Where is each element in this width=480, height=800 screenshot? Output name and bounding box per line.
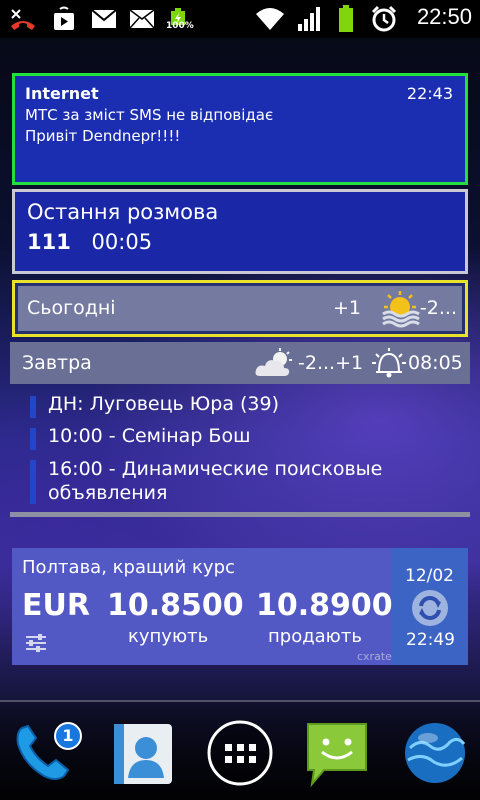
today-temp-low: -2...	[419, 297, 457, 319]
last-call-number: 111	[27, 230, 71, 254]
agenda-scroll-indicator	[10, 512, 470, 517]
last-call-widget[interactable]: Остання розмова 111 00:05	[12, 189, 468, 274]
rate-buy-label: купують	[128, 626, 209, 647]
alarm-clock-icon	[372, 348, 406, 382]
tomorrow-label: Завтра	[22, 352, 92, 374]
sms-text-line-1: МТС за зміст SMS не відповідає	[25, 106, 274, 124]
event-color-bar	[30, 428, 36, 450]
agenda-event-text: 10:00 - Семінар Бош	[48, 425, 251, 447]
today-label: Сьогодні	[27, 297, 116, 319]
last-call-title: Остання розмова	[27, 200, 219, 224]
alarm-icon	[370, 5, 398, 32]
play-store-icon	[50, 6, 78, 32]
rate-buy-value: 10.8500	[107, 588, 244, 623]
contacts-icon[interactable]	[108, 718, 178, 788]
email-icon	[128, 6, 156, 32]
rate-currency: EUR	[22, 588, 90, 623]
tomorrow-temp-range: -2...+1	[298, 352, 364, 374]
rate-sell-label: продають	[268, 626, 362, 647]
cloud-weather-icon	[254, 348, 296, 384]
sms-time: 22:43	[406, 84, 453, 103]
agenda-event[interactable]: 16:00 - Динамические поисковые объявлени…	[30, 457, 382, 505]
tomorrow-weather-row[interactable]: Завтра -2...+1 08:05	[10, 342, 470, 384]
missed-call-badge: 1	[54, 722, 82, 750]
rate-date: 12/02	[405, 566, 454, 586]
today-temp-high: +1	[332, 297, 361, 319]
dock-separator	[0, 700, 480, 702]
sun-weather-icon	[379, 288, 421, 334]
rate-update-time: 22:49	[406, 630, 455, 650]
gmail-icon	[90, 6, 118, 32]
signal-icon	[296, 6, 322, 32]
settings-sliders-icon[interactable]	[24, 632, 48, 658]
messaging-icon[interactable]	[302, 718, 372, 788]
refresh-icon[interactable]	[410, 588, 450, 632]
agenda-event-text: 16:00 - Динамические поисковые	[48, 458, 383, 480]
exchange-rate-widget[interactable]: Полтава, кращий курс EUR 10.8500 10.8900…	[12, 548, 468, 665]
status-bar[interactable]: 100% 22:50	[0, 0, 480, 38]
today-weather-row[interactable]: Сьогодні +1 -2...	[12, 280, 468, 337]
missed-call-icon	[8, 6, 38, 32]
sms-text-line-2: Привіт Dendnepr!!!!	[25, 127, 181, 145]
status-clock: 22:50	[416, 4, 472, 29]
app-drawer-icon[interactable]	[205, 718, 275, 788]
event-color-bar	[30, 396, 36, 418]
rate-refresh-panel[interactable]: 12/02 22:49	[392, 548, 468, 665]
agenda-event-text: ДН: Луговець Юра (39)	[48, 393, 280, 415]
agenda-event[interactable]: 10:00 - Семінар Бош	[30, 425, 251, 450]
agenda-event[interactable]: ДН: Луговець Юра (39)	[30, 393, 280, 418]
sms-widget[interactable]: Internet 22:43 МТС за зміст SMS не відпо…	[12, 73, 468, 185]
battery-percent-label: 100%	[166, 21, 194, 31]
wifi-icon	[254, 6, 286, 32]
rate-brand: cxrate	[357, 650, 392, 663]
rate-city-title: Полтава, кращий курс	[22, 557, 235, 578]
rate-sell-value: 10.8900	[256, 588, 393, 623]
event-color-bar	[30, 460, 36, 504]
alarm-time: 08:05	[408, 352, 463, 374]
agenda-event-text-continued: объявления	[48, 482, 168, 504]
last-call-duration: 00:05	[91, 230, 153, 254]
browser-icon[interactable]	[400, 718, 470, 788]
sms-sender: Internet	[25, 84, 99, 103]
dock[interactable]: 1	[0, 700, 480, 800]
battery-icon	[336, 5, 356, 32]
